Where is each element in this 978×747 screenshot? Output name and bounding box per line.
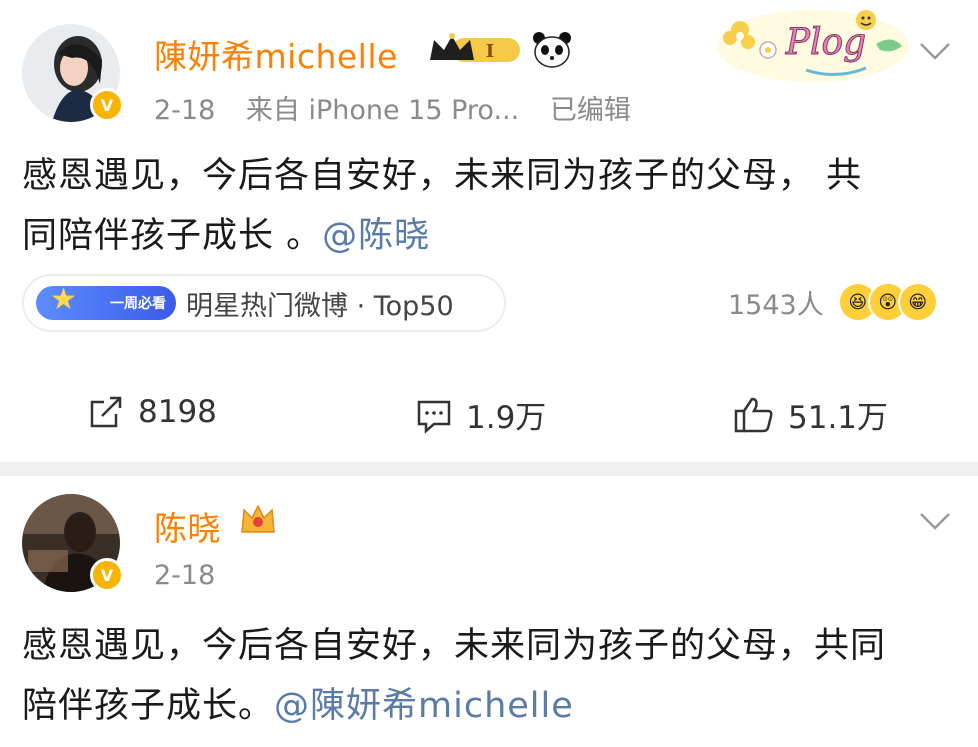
edited-label[interactable]: 已编辑 [550,95,631,126]
verified-v-icon: V [90,88,124,122]
share-icon [90,396,122,428]
weibo-post-2: V 陈晓 2-18 感恩遇见，今后各自安好，未来同为孩子的父母，共同 陪伴孩子成… [0,476,978,747]
username[interactable]: 陳妍希michelle [154,30,398,78]
post-content: 感恩遇见，今后各自安好，未来同为孩子的父母， 共 同陪伴孩子成长 。@陈晓 [22,156,863,256]
mention-link[interactable]: @陳妍希michelle [274,686,574,726]
hot-topic-tag[interactable]: ★ 一周必看 明星热门微博 · Top50 [22,274,506,332]
post-date: 2-18 [154,95,216,126]
plog-sticker: Plog [717,10,909,82]
weibo-post-1: V 陳妍希michelle I 2-18 来自 iPhone 15 Pro...… [0,0,978,462]
chevron-down-icon[interactable] [918,510,952,532]
post-date: 2-18 [154,560,216,591]
grin-emoji-icon: 😁 [897,282,938,322]
chevron-down-icon[interactable] [918,40,952,62]
repost-button[interactable]: 8198 [86,392,217,432]
svg-text:I: I [486,41,494,62]
verified-v-icon: V [90,558,124,592]
star-icon: ★ [50,282,77,317]
post-source: 来自 iPhone 15 Pro... [245,95,520,126]
svg-text:Plog: Plog [785,22,866,63]
panda-icon [533,32,571,68]
post-content: 感恩遇见，今后各自安好，未来同为孩子的父母，共同 陪伴孩子成长。@陳妍希mich… [22,626,887,726]
reaction-summary[interactable]: 1543人 😆 😲 😁 [728,282,938,322]
username[interactable]: 陈晓 [154,502,221,550]
weekly-badge: ★ 一周必看 [36,282,176,320]
mention-link[interactable]: @陈晓 [322,216,430,256]
thumbs-up-icon [734,397,773,432]
crown-badge-icon[interactable]: I [428,32,524,68]
comment-icon [417,400,451,434]
like-button[interactable]: 51.1万 [732,392,888,437]
crown-icon[interactable] [238,502,278,538]
comment-button[interactable]: 1.9万 [414,392,546,437]
